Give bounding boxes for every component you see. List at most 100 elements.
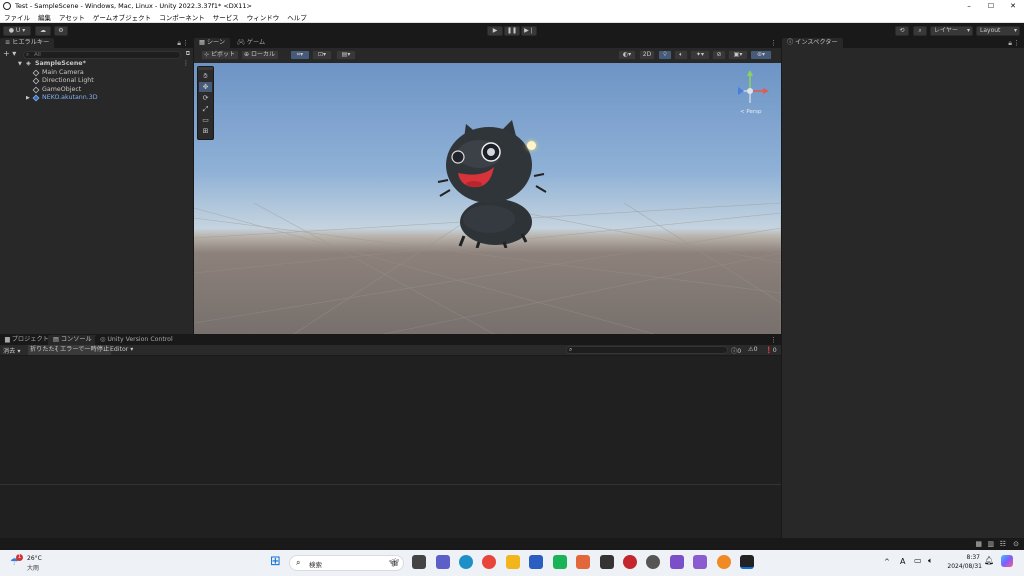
- tab-hierarchy[interactable]: ≡ ヒエラルキー: [0, 38, 55, 48]
- orientation-gizmo[interactable]: < Persp: [730, 66, 774, 116]
- rotate-tool-button[interactable]: ⟳: [199, 93, 212, 103]
- clock-date[interactable]: 2024/08/31: [944, 563, 982, 570]
- list-item[interactable]: GameObject: [0, 86, 193, 95]
- more-icon[interactable]: ⋮: [1013, 39, 1020, 47]
- palette-handle[interactable]: [198, 67, 213, 70]
- character-app-icon[interactable]: [600, 555, 614, 569]
- visual-studio-icon[interactable]: [670, 555, 684, 569]
- visual-studio-2-icon[interactable]: [693, 555, 707, 569]
- ime-indicator[interactable]: A: [900, 557, 905, 566]
- more-icon[interactable]: ⋮: [182, 39, 189, 47]
- blender-icon[interactable]: [717, 555, 731, 569]
- menu-assets[interactable]: アセット: [55, 12, 89, 22]
- editor-dropdown[interactable]: Editor ▾: [110, 346, 133, 353]
- warning-count-toggle[interactable]: ⚠0: [748, 346, 758, 353]
- menu-window[interactable]: ウィンドウ: [243, 12, 284, 22]
- layout-dropdown[interactable]: Layout ▾: [976, 26, 1020, 36]
- menu-services[interactable]: サービス: [209, 12, 243, 22]
- lock-icon[interactable]: 🔒︎: [177, 39, 181, 48]
- pause-button[interactable]: ❚❚: [504, 26, 520, 36]
- list-item[interactable]: Directional Light: [0, 77, 193, 86]
- menu-component[interactable]: コンポーネント: [155, 12, 209, 22]
- cache-icon[interactable]: ▥: [987, 540, 994, 548]
- tab-scene[interactable]: ▦ シーン: [194, 38, 231, 48]
- hierarchy-search-input[interactable]: ⌕ All: [23, 51, 181, 59]
- menu-help[interactable]: ヘルプ: [283, 12, 311, 22]
- package-icon[interactable]: ▦: [975, 540, 982, 548]
- debug-icon[interactable]: ☷: [1000, 540, 1006, 548]
- more-icon[interactable]: ⋮: [770, 336, 777, 344]
- bell-icon[interactable]: 🔔︎: [984, 556, 994, 565]
- progress-icon[interactable]: ⊙: [1013, 540, 1019, 548]
- app-icon[interactable]: [576, 555, 590, 569]
- maximize-button[interactable]: ☐: [980, 0, 1002, 12]
- error-pause-toggle[interactable]: エラーで一時停止: [58, 345, 112, 355]
- gizmos-dropdown[interactable]: ⊛▾: [750, 50, 772, 60]
- grid-snap-button[interactable]: ⌗▾: [290, 50, 310, 60]
- snap-increment-button[interactable]: ⊡▾: [312, 50, 332, 60]
- error-count-toggle[interactable]: ❗0: [765, 346, 777, 354]
- cloud-button[interactable]: ☁: [35, 26, 51, 36]
- move-tool-button[interactable]: ✥: [199, 82, 212, 92]
- tab-inspector[interactable]: ⓘ インスペクター: [782, 38, 843, 48]
- search-button[interactable]: ⌕: [913, 26, 927, 36]
- effects-dropdown[interactable]: ✦▾: [690, 50, 710, 60]
- account-button[interactable]: ● U ▾: [3, 26, 31, 36]
- scale-tool-button[interactable]: ⤢: [199, 104, 212, 114]
- menu-gameobject[interactable]: ゲームオブジェクト: [89, 12, 155, 22]
- expand-arrow-icon[interactable]: ▼: [18, 60, 22, 69]
- start-button[interactable]: ⊞: [270, 555, 284, 569]
- pivot-dropdown[interactable]: ⊹ ピボット: [201, 50, 239, 60]
- task-view-icon[interactable]: [412, 555, 426, 569]
- list-item[interactable]: Main Camera: [0, 69, 193, 78]
- hidden-objects-toggle[interactable]: ⊘: [712, 50, 726, 60]
- clear-button[interactable]: 消去 ▾: [3, 346, 20, 355]
- menu-edit[interactable]: 編集: [34, 12, 55, 22]
- mascot-app-icon[interactable]: [646, 555, 660, 569]
- line-icon[interactable]: [553, 555, 567, 569]
- transform-tool-button[interactable]: ⊞: [199, 126, 212, 136]
- unity-taskbar-icon[interactable]: [740, 555, 754, 569]
- taskbar-search-input[interactable]: ⌕ 検索 🦋︎: [289, 555, 404, 571]
- sun-light-icon[interactable]: [527, 141, 536, 150]
- audio-toggle[interactable]: 🔈︎: [674, 50, 688, 60]
- chrome-icon[interactable]: [482, 555, 496, 569]
- play-button[interactable]: ▶: [487, 26, 503, 36]
- console-divider[interactable]: [0, 484, 781, 485]
- edge-icon[interactable]: [459, 555, 473, 569]
- scene-row[interactable]: ▼ ◈ SampleScene* ⋮: [0, 60, 193, 69]
- expand-arrow-icon[interactable]: ▶: [26, 94, 30, 103]
- rect-tool-button[interactable]: ▭: [199, 115, 212, 125]
- layers-dropdown[interactable]: レイヤー ▾: [930, 26, 973, 36]
- file-explorer-icon[interactable]: [506, 555, 520, 569]
- render-options-button[interactable]: ▤▾: [336, 50, 356, 60]
- clock-time[interactable]: 8:37: [946, 554, 980, 561]
- store-icon[interactable]: [529, 555, 543, 569]
- teams-icon[interactable]: [436, 555, 450, 569]
- copilot-icon[interactable]: [1001, 555, 1013, 567]
- console-search-input[interactable]: ⌕: [566, 346, 728, 354]
- local-dropdown[interactable]: ⊕ ローカル: [241, 50, 279, 60]
- tab-version-control[interactable]: ◎ Unity Version Control: [95, 335, 178, 345]
- add-icon[interactable]: + ▾: [3, 49, 16, 58]
- settings-button[interactable]: ⚙: [54, 26, 68, 36]
- scene-viewport[interactable]: ✋︎ ✥ ⟳ ⤢ ▭ ⊞ < Persp: [194, 63, 781, 334]
- hand-tool-button[interactable]: ✋︎: [199, 71, 212, 81]
- close-button[interactable]: ✕: [1002, 0, 1024, 12]
- info-count-toggle[interactable]: ⓘ0: [731, 346, 741, 355]
- menu-file[interactable]: ファイル: [0, 12, 34, 22]
- tab-console[interactable]: ▤ コンソール: [48, 335, 97, 345]
- toggle-2d-button[interactable]: 2D: [639, 50, 655, 60]
- volume-icon[interactable]: 🔈︎: [928, 556, 933, 566]
- list-item[interactable]: ▶ NEKO.akutann.3D: [0, 94, 193, 103]
- neko-character-model[interactable]: [434, 118, 554, 248]
- weather-widget[interactable]: ☂ 1 26°C 大雨: [8, 554, 68, 572]
- filter-icon[interactable]: ⧉: [186, 50, 190, 58]
- lock-icon[interactable]: 🔒︎: [1008, 39, 1012, 48]
- more-icon[interactable]: ⋮: [183, 60, 189, 69]
- chevron-up-icon[interactable]: ^: [884, 558, 890, 566]
- camera-dropdown[interactable]: ▣▾: [728, 50, 748, 60]
- lighting-toggle[interactable]: 💡︎: [658, 50, 672, 60]
- tab-game[interactable]: 🎮︎ ゲーム: [232, 38, 271, 48]
- red-app-icon[interactable]: [623, 555, 637, 569]
